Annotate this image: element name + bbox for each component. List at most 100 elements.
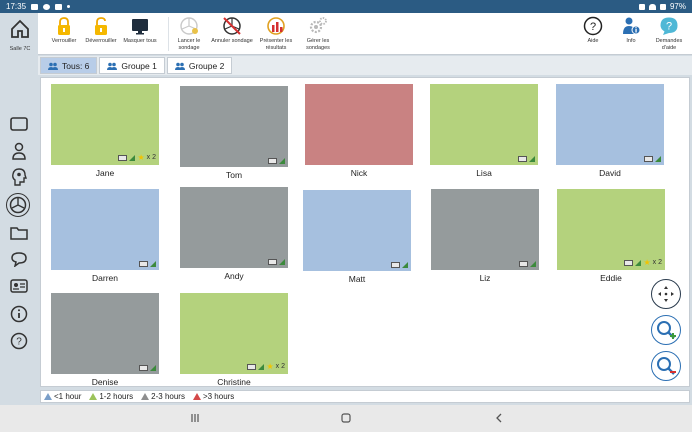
student-tile-denise[interactable]: Denise <box>51 293 159 387</box>
signal-icon <box>635 259 642 266</box>
student-screen[interactable] <box>430 84 538 165</box>
tile-badges <box>139 365 156 371</box>
student-tile-christine[interactable]: ★ x 2 Christine <box>180 293 288 387</box>
student-tile-david[interactable]: David <box>556 84 664 178</box>
signal-icon <box>402 262 408 268</box>
tab-group-1-label: Groupe 1 <box>121 60 157 71</box>
signal-icon <box>529 156 535 162</box>
legend-label: 1-2 hours <box>99 392 134 401</box>
tile-badges <box>644 156 661 162</box>
star-icon: ★ <box>137 153 145 162</box>
monitor-icon <box>268 259 277 265</box>
signal-icon <box>279 158 285 164</box>
present-results-button[interactable]: Présenter les résultats <box>258 16 294 51</box>
student-screen[interactable] <box>180 86 288 167</box>
student-tile-nick[interactable]: Nick <box>305 84 413 178</box>
room-label: Salle 7C <box>9 46 31 52</box>
star-icon: ★ <box>643 258 651 267</box>
student-screen[interactable]: ★ x 2 <box>180 293 288 374</box>
hide-all-button[interactable]: Masquer tous <box>122 16 158 45</box>
tab-group-1[interactable]: Groupe 1 <box>99 57 165 74</box>
hide-all-label: Masquer tous <box>123 38 157 44</box>
move-view-button[interactable] <box>651 279 681 309</box>
student-name: David <box>599 168 621 178</box>
tile-badges <box>139 261 156 267</box>
student-screen[interactable] <box>556 84 664 165</box>
student-screen[interactable] <box>305 84 413 165</box>
legend-label: >3 hours <box>202 392 235 401</box>
back-icon <box>496 413 502 423</box>
back-button[interactable] <box>494 413 504 426</box>
student-tile-eddie[interactable]: ★ x 2 Eddie <box>557 189 665 283</box>
svg-text:?: ? <box>16 337 22 348</box>
student-button[interactable] <box>7 140 31 162</box>
aide-label: Aide <box>587 38 599 44</box>
signal-icon <box>129 154 136 161</box>
flag-icon <box>192 393 201 400</box>
legend-label: <1 hour <box>54 392 82 401</box>
student-tile-jane[interactable]: ★ x 2 Jane <box>51 84 159 178</box>
tab-group-2-label: Groupe 2 <box>188 60 225 71</box>
tab-all[interactable]: Tous: 6 <box>40 57 98 74</box>
signal-icon <box>150 365 156 371</box>
legend-item: 2-3 hours <box>141 392 185 401</box>
student-tile-matt[interactable]: Matt <box>303 190 411 284</box>
screen-view-button[interactable] <box>7 113 31 135</box>
manage-polls-button[interactable]: Gérer les sondages <box>302 16 334 51</box>
files-button[interactable] <box>7 222 31 244</box>
about-button[interactable] <box>7 303 31 325</box>
student-screen[interactable] <box>51 189 159 270</box>
chat-button[interactable] <box>7 248 31 270</box>
help-requests-button[interactable]: ? Demandes d'aide <box>648 16 690 51</box>
group-tabs: Tous: 6 Groupe 1 Groupe 2 <box>38 56 692 75</box>
student-tile-liz[interactable]: Liz <box>431 189 539 283</box>
launch-poll-label-1: Lancer le <box>177 38 201 44</box>
id-card-icon <box>10 279 28 293</box>
dot-icon <box>67 5 71 8</box>
help-icon: ? <box>10 332 28 350</box>
signal-icon <box>530 261 536 267</box>
svg-text:?: ? <box>590 21 596 33</box>
launch-poll-button[interactable]: Lancer le sondage <box>174 16 204 51</box>
monitor-icon <box>247 363 257 370</box>
tab-group-2[interactable]: Groupe 2 <box>166 57 233 74</box>
student-tile-andy[interactable]: Andy <box>180 187 288 281</box>
manage-polls-label-2: sondages <box>306 44 330 51</box>
zoom-out-icon <box>657 357 676 375</box>
home-button[interactable]: Salle 7C <box>6 19 34 52</box>
student-screen[interactable]: ★ x 2 <box>51 84 159 165</box>
student-tile-lisa[interactable]: Lisa <box>430 84 538 178</box>
group-icon <box>174 62 185 70</box>
student-screen[interactable] <box>180 187 288 268</box>
user-icon <box>12 142 26 160</box>
flag-icon <box>44 393 52 400</box>
student-screen[interactable] <box>303 190 411 271</box>
cancel-poll-button[interactable]: Annuler sondage <box>210 16 254 45</box>
monitor-icon <box>139 365 148 371</box>
help-button[interactable]: ? <box>7 330 31 352</box>
register-button[interactable] <box>7 275 31 297</box>
home-nav-button[interactable] <box>341 413 351 426</box>
student-screen[interactable]: ★ x 2 <box>557 189 665 270</box>
student-name: Nick <box>350 168 368 178</box>
aide-button[interactable]: ? Aide <box>578 16 608 45</box>
star-icon: ★ <box>266 362 274 371</box>
student-tile-darren[interactable]: Darren <box>51 189 159 283</box>
student-tile-tom[interactable]: Tom <box>180 86 288 180</box>
student-name: Eddie <box>600 273 622 283</box>
unlock-button[interactable]: Déverrouiller <box>84 16 118 45</box>
student-screen[interactable] <box>431 189 539 270</box>
lock-button[interactable]: Verrouiller <box>50 16 78 45</box>
poll-button[interactable] <box>6 193 30 217</box>
monitor-icon <box>624 259 634 266</box>
thinking-button[interactable] <box>7 166 31 188</box>
zoom-out-button[interactable] <box>651 351 681 381</box>
home-nav-icon <box>341 413 351 423</box>
info-button[interactable]: Info <box>618 16 644 45</box>
recents-button[interactable] <box>190 413 200 426</box>
monitor-icon <box>644 156 653 162</box>
manage-polls-label-1: Gérer les <box>306 38 330 44</box>
zoom-in-button[interactable] <box>651 315 681 345</box>
unlock-icon <box>95 17 107 35</box>
student-screen[interactable] <box>51 293 159 374</box>
